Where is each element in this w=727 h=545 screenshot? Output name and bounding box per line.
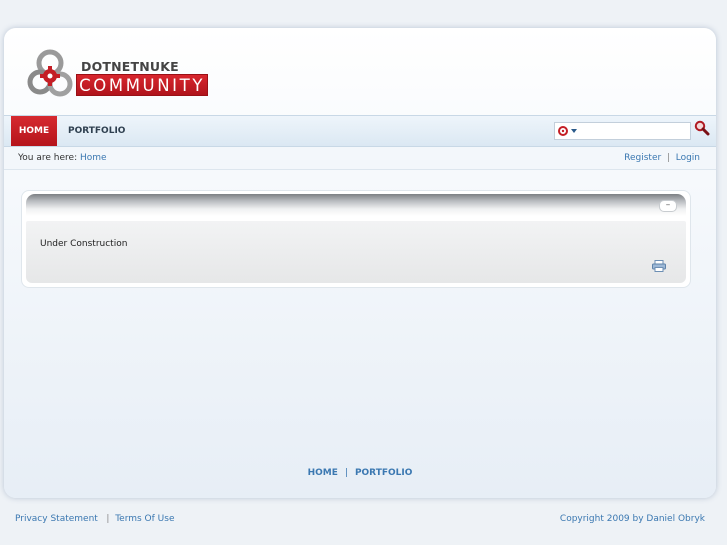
content-module: – Under Construction	[21, 190, 691, 288]
breadcrumb-home-link[interactable]: Home	[80, 147, 107, 169]
print-icon[interactable]	[652, 260, 666, 272]
breadcrumb-label: You are here:	[18, 153, 78, 163]
minimize-button[interactable]: –	[659, 200, 677, 212]
nav-item-home[interactable]: HOME	[11, 116, 57, 146]
bottom-bar: Privacy Statement | Terms Of Use Copyrig…	[0, 511, 727, 527]
login-link[interactable]: Login	[676, 153, 700, 163]
copyright-text: Copyright 2009 by Daniel Obryk	[559, 514, 705, 524]
module-header: –	[26, 194, 686, 216]
breadcrumb: You are here: Home Register | Login	[4, 147, 716, 170]
search-input[interactable]	[581, 123, 687, 139]
logo-wordmark-top: DOTNETNUKE	[81, 59, 179, 74]
privacy-statement-link[interactable]: Privacy Statement	[15, 514, 98, 524]
page-frame: DOTNETNUKE COMMUNITY HOME PORTFOLIO You …	[4, 28, 716, 498]
site-logo[interactable]: DOTNETNUKE COMMUNITY	[26, 48, 216, 104]
user-links-separator: |	[666, 153, 670, 163]
main-nav: HOME PORTFOLIO	[4, 115, 716, 147]
register-link[interactable]: Register	[624, 153, 661, 163]
search-icon[interactable]	[694, 120, 710, 136]
module-content-text: Under Construction	[40, 239, 128, 249]
legal-links-separator: |	[106, 514, 110, 524]
module-body: Under Construction	[26, 221, 686, 283]
footer-nav-separator: |	[344, 468, 348, 478]
footer-link-portfolio[interactable]: PORTFOLIO	[355, 468, 412, 478]
search-engine-dropdown[interactable]	[557, 124, 579, 138]
legal-links: Privacy Statement | Terms Of Use	[15, 511, 174, 527]
dnn-logo-icon	[27, 49, 73, 97]
nav-item-portfolio[interactable]: PORTFOLIO	[68, 116, 125, 146]
footer-link-home[interactable]: HOME	[308, 468, 338, 478]
logo-wordmark-bar: COMMUNITY	[76, 74, 208, 96]
user-links: Register | Login	[624, 147, 700, 169]
terms-of-use-link[interactable]: Terms Of Use	[115, 514, 174, 524]
footer-nav: HOME | PORTFOLIO	[4, 468, 716, 478]
search-box	[554, 122, 691, 140]
